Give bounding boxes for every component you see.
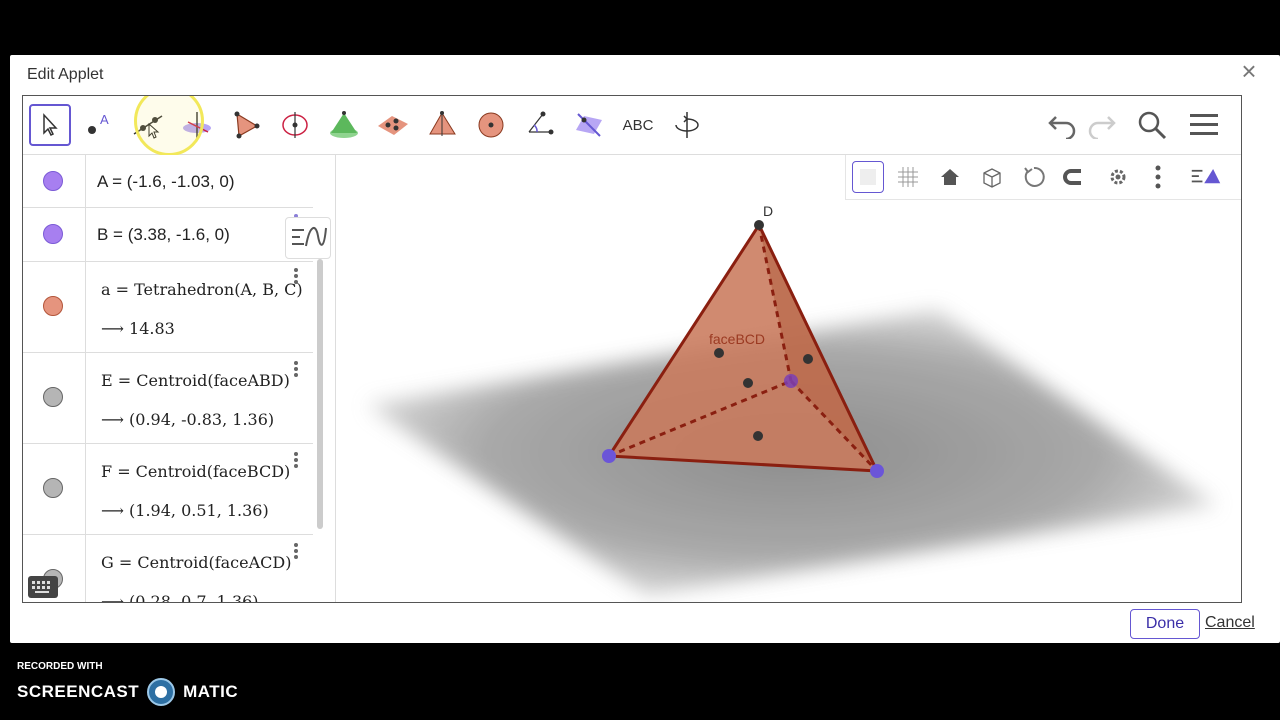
point-C: [784, 374, 798, 388]
plane-tool-icon[interactable]: [372, 104, 414, 146]
centroid-point: [743, 378, 753, 388]
svg-text:A: A: [100, 112, 109, 127]
centroid-point: [714, 348, 724, 358]
circle-tool-icon[interactable]: [274, 104, 316, 146]
more-vertical-icon[interactable]: [1142, 161, 1174, 193]
toolbar: A ABC: [23, 96, 1241, 156]
recorded-with-label: RECORDED WITH: [17, 661, 103, 672]
solid-tool-icon[interactable]: [323, 104, 365, 146]
done-button[interactable]: Done: [1130, 609, 1200, 639]
algebra-view-toggle[interactable]: [285, 217, 331, 259]
algebra-scrollbar[interactable]: [317, 259, 323, 529]
visibility-toggle-dot[interactable]: [43, 296, 63, 316]
redo-icon[interactable]: [1083, 106, 1121, 144]
algebra-row-B[interactable]: B = (3.38, -1.6, 0): [23, 208, 313, 262]
sphere-tool-icon[interactable]: [470, 104, 512, 146]
algebra-definition: A = (-1.6, -1.03, 0): [97, 172, 235, 191]
cancel-link[interactable]: Cancel: [1205, 614, 1255, 632]
algebra-value: ⟶ (0.28, 0.7, 1.36): [101, 592, 259, 602]
menu-icon[interactable]: [1185, 106, 1223, 144]
algebra-value: ⟶ 14.83: [101, 319, 175, 338]
label-D: D: [763, 203, 773, 219]
point-A: [602, 449, 616, 463]
text-tool-label: ABC: [622, 116, 654, 134]
more-options-icon[interactable]: [293, 268, 299, 288]
algebra-row-F[interactable]: F = Centroid(faceBCD) ⟶ (1.94, 0.51, 1.3…: [23, 444, 313, 535]
centroid-point: [803, 354, 813, 364]
more-options-icon[interactable]: [293, 452, 299, 472]
move-tool-icon[interactable]: [29, 104, 71, 146]
home-icon[interactable]: [934, 161, 966, 193]
centroid-point: [753, 431, 763, 441]
algebra-row-a[interactable]: a = Tetrahedron(A, B, C) ⟶ 14.83: [23, 262, 313, 353]
rotate-view-tool-icon[interactable]: [666, 104, 708, 146]
axes-toggle-icon[interactable]: [852, 161, 884, 193]
visibility-toggle-dot[interactable]: [43, 224, 63, 244]
algebra-value: ⟶ (0.94, -0.83, 1.36): [101, 410, 275, 429]
undo-icon[interactable]: [1043, 106, 1081, 144]
angle-tool-icon[interactable]: [519, 104, 561, 146]
pyramid-tool-icon[interactable]: [421, 104, 463, 146]
reflect-tool-icon[interactable]: [568, 104, 610, 146]
point-B: [870, 464, 884, 478]
algebra-row-A[interactable]: A = (-1.6, -1.03, 0): [23, 155, 313, 208]
rotate-icon[interactable]: [1018, 161, 1050, 193]
view-style-toggle-icon[interactable]: [1190, 161, 1222, 193]
visibility-toggle-dot[interactable]: [43, 387, 63, 407]
algebra-panel: A = (-1.6, -1.03, 0) B = (3.38, -1.6, 0)…: [23, 155, 336, 602]
cube-view-icon[interactable]: [976, 161, 1008, 193]
algebra-definition: G = Centroid(faceACD): [101, 553, 292, 572]
label-faceBCD: faceBCD: [709, 331, 765, 347]
algebra-definition: a = Tetrahedron(A, B, C): [101, 280, 303, 299]
search-icon[interactable]: [1133, 106, 1171, 144]
algebra-row-E[interactable]: E = Centroid(faceABD) ⟶ (0.94, -0.83, 1.…: [23, 353, 313, 444]
dialog-title: Edit Applet: [27, 66, 104, 83]
polygon-tool-icon[interactable]: [225, 104, 267, 146]
screencast-matic-logo: SCREENCAST MATIC: [17, 678, 239, 706]
algebra-row-G[interactable]: G = Centroid(faceACD) ⟶ (0.28, 0.7, 1.36…: [23, 535, 313, 602]
brand-right: MATIC: [183, 682, 239, 701]
algebra-definition: E = Centroid(faceABD): [101, 371, 290, 390]
algebra-definition: F = Centroid(faceBCD): [101, 462, 291, 481]
point-tool-icon[interactable]: A: [78, 104, 120, 146]
algebra-definition: B = (3.38, -1.6, 0): [97, 225, 230, 244]
video-top-letterbox: [0, 0, 1280, 55]
clipping-icon[interactable]: [1060, 161, 1092, 193]
graphics-style-bar: [845, 155, 1241, 200]
more-options-icon[interactable]: [293, 543, 299, 563]
line-tool-icon[interactable]: [127, 104, 169, 146]
close-icon[interactable]: ×: [1236, 58, 1262, 84]
geogebra-applet: A ABC A = (-1.6, -1.03, 0) B = (3.38, -1…: [22, 95, 1242, 603]
graphics-3d-view[interactable]: D faceBCD: [337, 155, 1241, 602]
text-tool-icon[interactable]: ABC: [617, 104, 659, 146]
grid-icon[interactable]: [892, 161, 924, 193]
brand-left: SCREENCAST: [17, 682, 140, 701]
record-icon: [147, 678, 176, 706]
point-D: [754, 220, 764, 230]
perpendicular-tool-icon[interactable]: [176, 104, 218, 146]
keyboard-icon[interactable]: [28, 576, 58, 598]
visibility-toggle-dot[interactable]: [43, 171, 63, 191]
settings-gear-icon[interactable]: [1102, 161, 1134, 193]
visibility-toggle-dot[interactable]: [43, 478, 63, 498]
algebra-value: ⟶ (1.94, 0.51, 1.36): [101, 501, 269, 520]
more-options-icon[interactable]: [293, 361, 299, 381]
